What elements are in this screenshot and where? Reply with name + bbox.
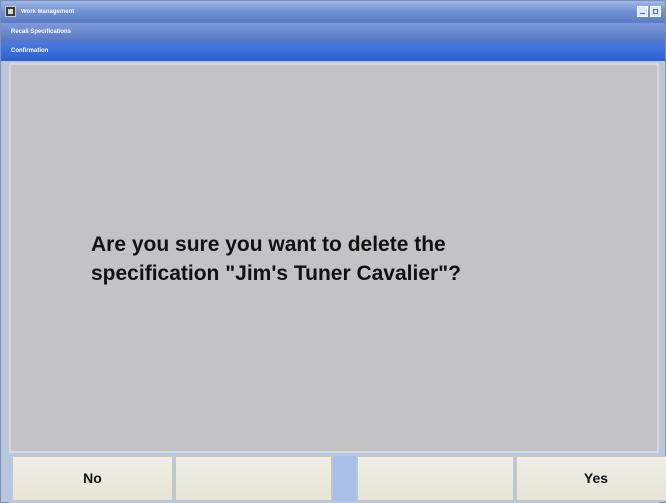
function-button-bar: No Yes <box>9 454 666 503</box>
app-icon <box>5 6 16 17</box>
section-title: Recall Specifications <box>11 29 72 35</box>
maximize-icon[interactable] <box>650 6 661 17</box>
section-bar: Recall Specifications <box>1 23 665 42</box>
application-screen: Work Management Recall Specifications Co… <box>0 0 666 503</box>
dialog-header: Confirmation <box>1 42 665 61</box>
empty-function-button-3[interactable] <box>357 456 514 501</box>
button-bar-divider <box>333 456 356 501</box>
confirmation-message: Are you sure you want to delete the spec… <box>91 233 461 285</box>
empty-function-button-2[interactable] <box>175 456 332 501</box>
yes-button[interactable]: Yes <box>516 456 666 501</box>
dialog-title: Confirmation <box>11 48 49 54</box>
minimize-icon[interactable] <box>637 6 648 17</box>
dialog-body: Are you sure you want to delete the spec… <box>9 63 659 453</box>
window-title: Work Management <box>21 9 75 15</box>
window-titlebar: Work Management <box>1 1 665 23</box>
no-button[interactable]: No <box>12 456 173 501</box>
